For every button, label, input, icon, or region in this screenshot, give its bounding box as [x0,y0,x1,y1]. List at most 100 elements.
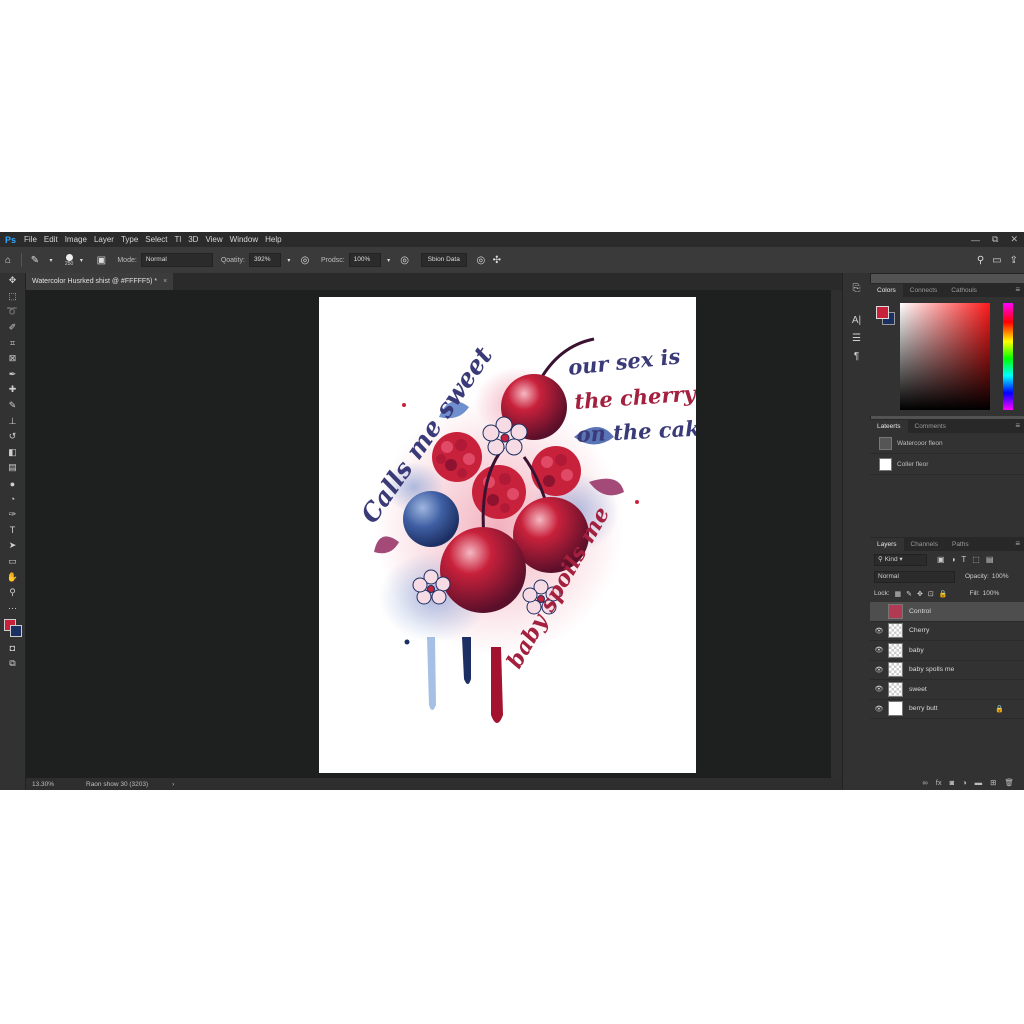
fill-field[interactable]: 100% [983,590,1000,597]
lasso-tool-icon[interactable]: ➰ [0,304,25,320]
menu-view[interactable]: View [205,235,222,244]
eye-icon[interactable]: 👁 [870,685,888,693]
panel-menu-icon[interactable]: ≡ [1015,285,1020,294]
hand-tool-icon[interactable]: ✋ [0,569,25,585]
dodge-tool-icon[interactable]: ◔ [0,491,25,507]
mode-select[interactable]: Normal [140,253,213,267]
document-canvas[interactable]: Calls me sweet our sex is the cherry on … [319,297,696,773]
folder-icon[interactable]: ▬ [975,778,983,787]
quick-mask-icon[interactable]: ◘ [0,640,25,656]
properties-icon[interactable]: ☰ [843,329,870,347]
eye-icon[interactable]: 👁 [870,666,888,674]
new-layer-icon[interactable]: ⊞ [990,778,996,787]
type-tool-icon[interactable]: T [0,523,25,539]
layer-row[interactable]: 👁 baby [870,641,1024,661]
menu-3d[interactable]: 3D [188,235,198,244]
marquee-tool-icon[interactable]: ⬚ [0,289,25,305]
healing-brush-tool-icon[interactable]: ✚ [0,382,25,398]
list-item[interactable]: Watercoor fleon [870,433,1024,454]
menu-tl[interactable]: Tl [175,235,182,244]
tab-colors[interactable]: Colors [870,284,903,297]
panel-menu-icon[interactable]: ≡ [1015,421,1020,430]
panel-menu-icon[interactable]: ≡ [1015,539,1020,548]
more-tools-icon[interactable]: ⋯ [0,600,25,616]
canvas-area[interactable]: Calls me sweet our sex is the cherry on … [26,290,831,778]
fx-icon[interactable]: fx [936,778,942,787]
opacity-field[interactable]: 100% [992,573,1009,580]
gradient-tool-icon[interactable]: ▤ [0,460,25,476]
adjustment-icon[interactable]: ◑ [962,778,967,787]
layer-row[interactable]: 👁 sweet [870,680,1024,700]
symmetry-icon[interactable]: ✣ [489,255,505,266]
menu-layer[interactable]: Layer [94,235,114,244]
frame-tool-icon[interactable]: ⊠ [0,351,25,367]
layer-row[interactable]: 👁 berry butt 🔒 [870,700,1024,719]
pressure-opacity-icon[interactable]: ◎ [297,255,313,266]
color-swatches[interactable] [0,616,25,640]
clone-stamp-tool-icon[interactable]: ⊥ [0,413,25,429]
brush-settings-icon[interactable]: ▣ [93,255,109,266]
tab-lateerts[interactable]: Lateerts [870,420,908,433]
share-icon[interactable]: ⇪ [1010,255,1018,266]
layer-row[interactable]: 👁 baby spolls me [870,661,1024,680]
sbion-data-button[interactable]: Sbion Data [420,253,467,267]
screen-mode-icon[interactable]: ⧉ [0,656,25,672]
pressure-size-icon[interactable]: ◎ [473,255,489,266]
lock-artboard-icon[interactable]: ⊡ [928,590,934,598]
type-filter-icon[interactable]: T [961,555,966,564]
eye-icon[interactable]: 👁 [870,627,888,635]
menu-file[interactable]: File [24,235,37,244]
lock-transparency-icon[interactable]: ▦ [895,590,902,598]
workspace-icon[interactable]: ▭ [992,255,1001,266]
tab-channels[interactable]: Channels [904,538,945,551]
eyedropper-tool-icon[interactable]: ✒ [0,367,25,383]
history-icon[interactable]: ⎘ [843,279,870,297]
list-item[interactable]: Coller fleor [870,454,1024,475]
document-info[interactable]: Raon show 30 (3203) [86,781,148,788]
character-icon[interactable]: A| [843,311,870,329]
lock-all-icon[interactable]: 🔒 [939,590,948,598]
flow-field[interactable]: 100% [348,253,381,267]
document-tab[interactable]: Watercolor Husrked shist @ #FFFFF5) * × [26,273,174,290]
chevron-right-icon[interactable]: › [172,781,174,788]
opacity-field[interactable]: 392% [248,253,281,267]
brush-tool-icon[interactable]: ✎ [27,255,43,266]
chevron-down-icon[interactable]: ▾ [73,257,89,264]
zoom-tool-icon[interactable]: ⚲ [0,585,25,601]
hue-slider[interactable] [1003,303,1013,410]
chevron-down-icon[interactable]: ▾ [381,257,397,264]
eraser-tool-icon[interactable]: ◧ [0,445,25,461]
brush-tool-icon[interactable]: ✎ [0,398,25,414]
lock-position-icon[interactable]: ✥ [917,590,923,598]
pixel-filter-icon[interactable]: ▣ [937,555,945,564]
color-picker-field[interactable] [900,303,990,410]
close-window-button[interactable]: ✕ [1010,234,1018,245]
lock-paint-icon[interactable]: ✎ [906,590,912,598]
history-brush-tool-icon[interactable]: ↺ [0,429,25,445]
quick-select-tool-icon[interactable]: ✐ [0,320,25,336]
tab-layers[interactable]: Layers [870,538,904,551]
crop-tool-icon[interactable]: ⌗ [0,335,25,351]
tab-cathouls[interactable]: Cathouls [944,284,984,297]
tab-connects[interactable]: Connects [903,284,944,297]
path-selection-tool-icon[interactable]: ➤ [0,538,25,554]
eye-icon[interactable]: 👁 [870,646,888,654]
blur-tool-icon[interactable]: ● [0,476,25,492]
mask-icon[interactable]: ◙ [950,778,955,787]
blend-mode-select[interactable]: Normal [874,570,955,583]
smart-object-filter-icon[interactable]: ▤ [986,555,994,564]
close-tab-icon[interactable]: × [163,278,167,285]
tab-paths[interactable]: Paths [945,538,976,551]
layer-row[interactable]: Control [870,602,1024,622]
pen-tool-icon[interactable]: ✑ [0,507,25,523]
minimize-button[interactable]: — [971,235,980,245]
search-icon[interactable]: ⚲ [977,255,984,266]
chevron-down-icon[interactable]: ▾ [43,257,59,264]
eye-icon[interactable]: 👁 [870,705,888,713]
trash-icon[interactable]: 🗑 [1004,778,1014,787]
zoom-level[interactable]: 13.30% [32,781,72,788]
paragraph-icon[interactable]: ¶ [843,347,870,365]
menu-type[interactable]: Type [121,235,138,244]
shape-filter-icon[interactable]: ⬚ [972,555,980,564]
menu-help[interactable]: Help [265,235,281,244]
